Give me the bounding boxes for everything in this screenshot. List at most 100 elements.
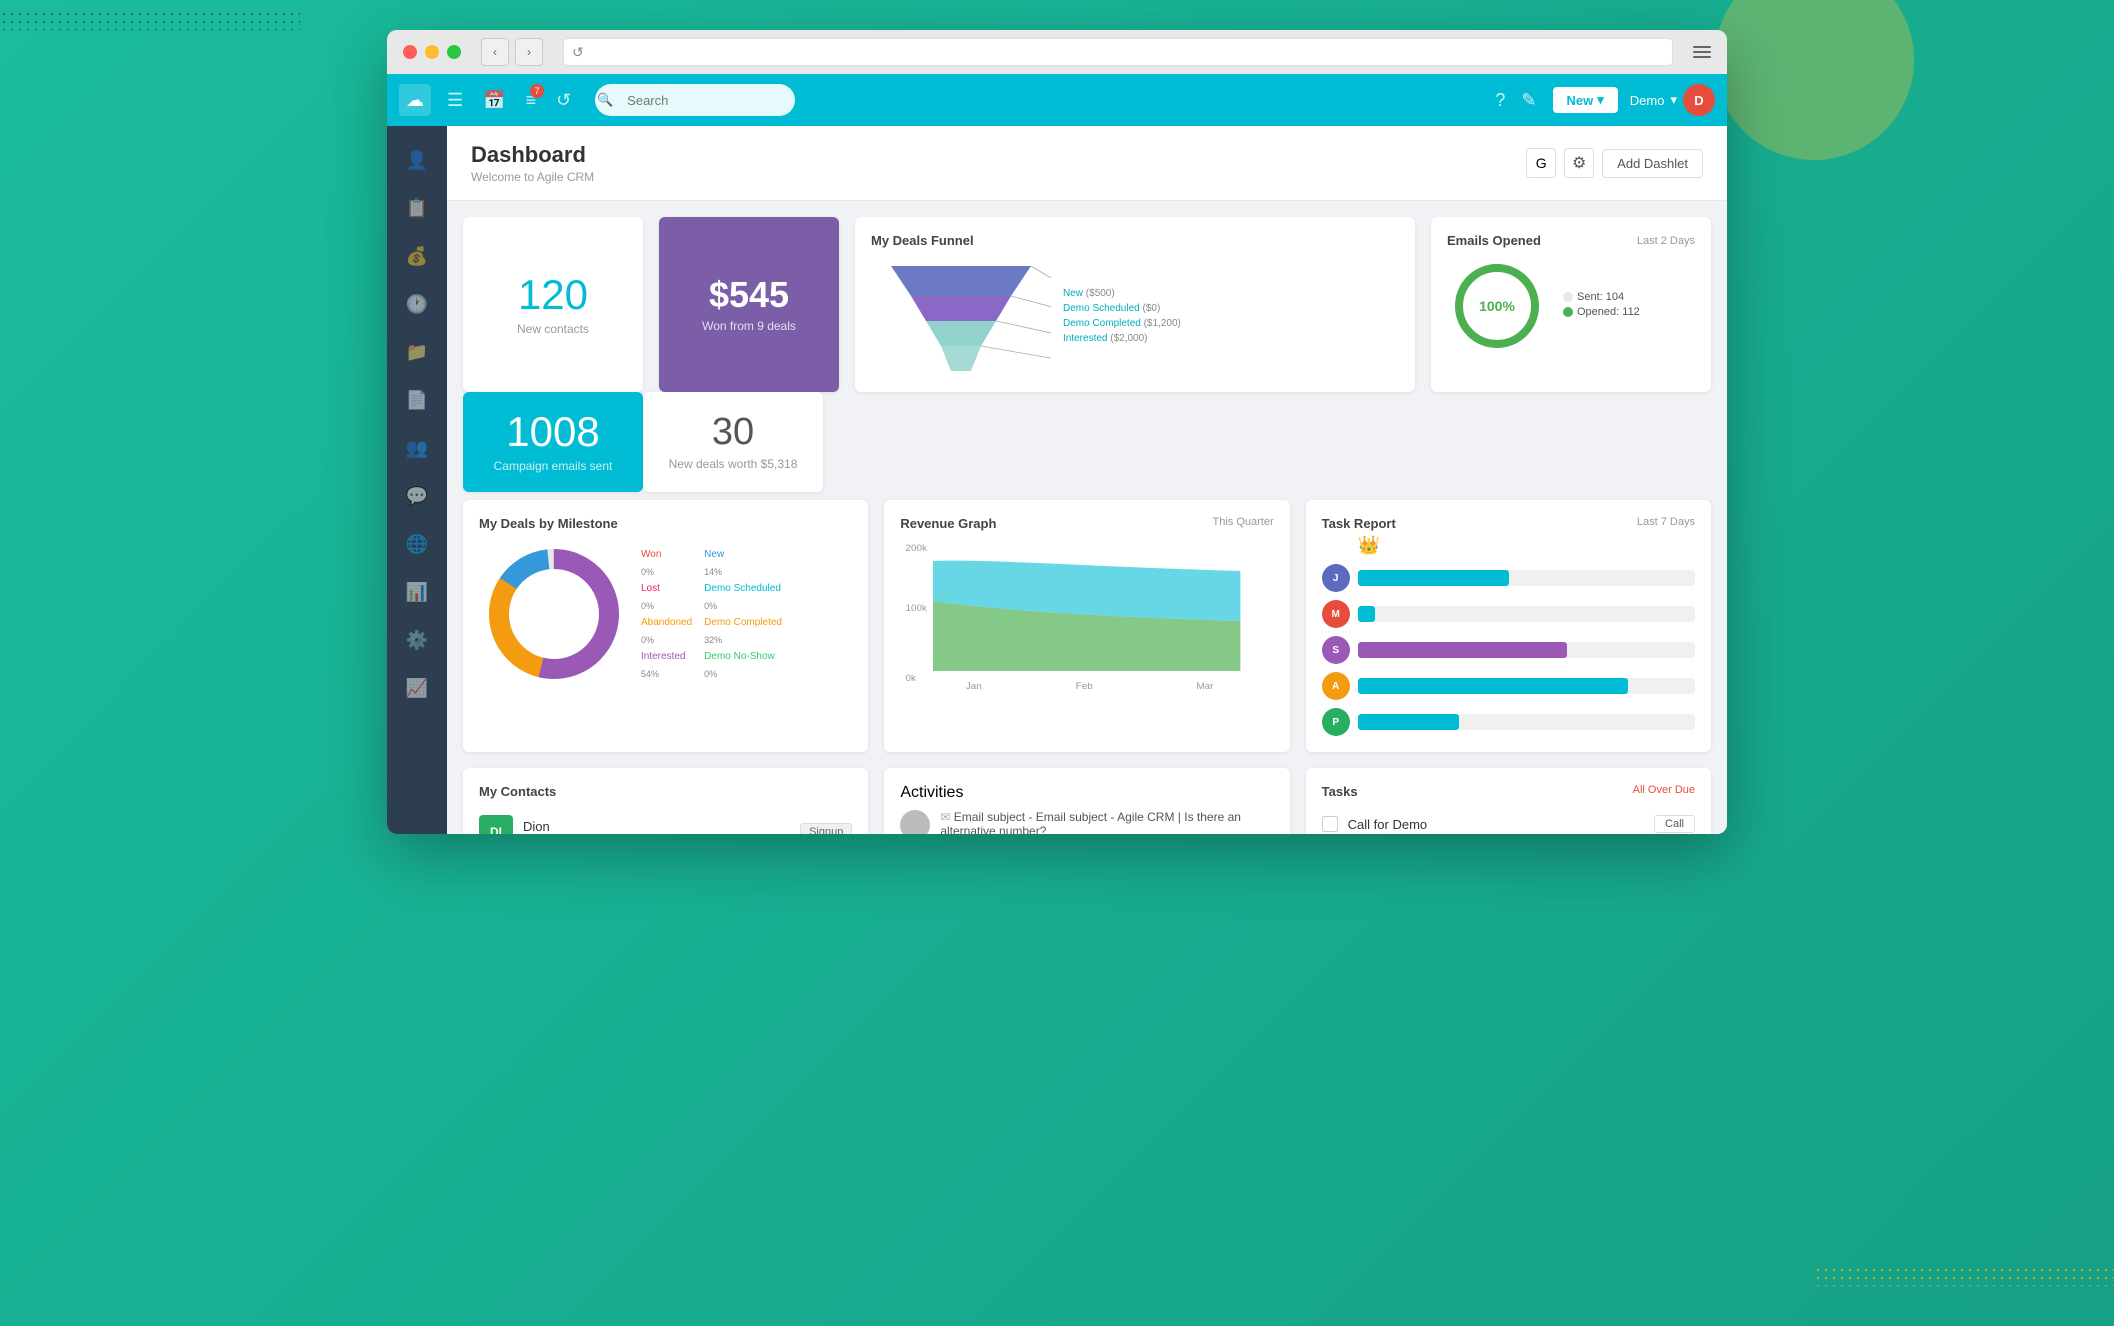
- task-item-1: Call for Demo Call: [1322, 807, 1695, 834]
- content-area: Dashboard Welcome to Agile CRM G ⚙ Add D…: [447, 126, 1727, 834]
- maximize-button[interactable]: [447, 45, 461, 59]
- new-button-label: New: [1567, 93, 1594, 108]
- address-bar[interactable]: ↺: [563, 38, 1673, 66]
- sidebar-item-chat[interactable]: 💬: [395, 474, 439, 518]
- dashboard-actions: G ⚙ Add Dashlet: [1526, 148, 1703, 178]
- row-3: My Contacts DI Dion Other, Signup: [463, 768, 1711, 834]
- user-menu[interactable]: Demo ▾ D: [1630, 84, 1715, 116]
- legend-won: Won: [641, 546, 692, 564]
- donut-wrap: 100% Sent: 104 Opened: 112: [1447, 256, 1695, 356]
- row-2: My Deals by Milestone: [463, 500, 1711, 752]
- sidebar-item-teams[interactable]: 👥: [395, 426, 439, 470]
- milestone-card: My Deals by Milestone: [463, 500, 868, 752]
- tools-icon[interactable]: ✎: [1521, 90, 1536, 111]
- task-avatar-2: M: [1322, 600, 1350, 628]
- tasks-period: All Over Due: [1633, 784, 1695, 807]
- legend-lost: Lost: [641, 580, 692, 598]
- task-report-title: Task Report: [1322, 516, 1396, 531]
- sidebar-item-analytics[interactable]: 📈: [395, 666, 439, 710]
- settings-button[interactable]: ⚙: [1564, 148, 1594, 178]
- milestone-legend-right: New 14% Demo Scheduled 0% Demo Completed…: [704, 546, 782, 683]
- task-bar-2: [1358, 606, 1375, 622]
- activity-row-1: ✉ Email subject - Email subject - Agile …: [900, 802, 1273, 834]
- funnel-label-demo-completed: Demo Completed ($1,200): [1063, 318, 1181, 329]
- row-1: 120 New contacts $545 Won from 9 deals M…: [463, 217, 1711, 392]
- task-name-1: Call for Demo: [1348, 817, 1644, 832]
- task-bar-wrap-5: [1358, 714, 1695, 730]
- nav-calendar-icon[interactable]: 📅: [479, 86, 509, 115]
- search-input[interactable]: [595, 84, 795, 116]
- google-icon[interactable]: G: [1526, 148, 1556, 178]
- dashboard-header: Dashboard Welcome to Agile CRM G ⚙ Add D…: [447, 126, 1727, 201]
- spacer2: [1431, 392, 1711, 492]
- sidebar-item-reports[interactable]: 📊: [395, 570, 439, 614]
- tasks-card: Tasks All Over Due Call for Demo Call Fr…: [1306, 768, 1711, 834]
- activity-avatar-1: [900, 810, 930, 834]
- activity-text-1: ✉ Email subject - Email subject - Agile …: [940, 810, 1273, 834]
- reload-icon[interactable]: ↺: [572, 44, 584, 61]
- browser-nav: ‹ ›: [481, 38, 543, 66]
- funnel-label-demo-scheduled: Demo Scheduled ($0): [1063, 303, 1181, 314]
- browser-window: ‹ › ↺ ☁ ☰ 📅 ≡ 7 ↺ 🔍 ?: [387, 30, 1727, 834]
- emails-opened: 112: [1622, 306, 1640, 318]
- minimize-button[interactable]: [425, 45, 439, 59]
- app-logo[interactable]: ☁: [399, 84, 431, 116]
- revenue-period: This Quarter: [1213, 516, 1274, 531]
- task-bar-wrap-3: [1358, 642, 1695, 658]
- new-contacts-card: 120 New contacts: [463, 217, 643, 392]
- task-row-3: S: [1322, 636, 1695, 664]
- sidebar-item-history[interactable]: 🕐: [395, 282, 439, 326]
- new-button[interactable]: New ▾: [1553, 87, 1618, 113]
- user-avatar: D: [1683, 84, 1715, 116]
- sidebar-item-web[interactable]: 🌐: [395, 522, 439, 566]
- browser-menu[interactable]: [1693, 46, 1711, 58]
- nav-notifications-icon[interactable]: ≡ 7: [522, 86, 541, 115]
- task-call-button[interactable]: Call: [1654, 815, 1695, 833]
- legend-new: New: [704, 546, 782, 564]
- task-bar-4: [1358, 678, 1628, 694]
- sidebar-item-documents[interactable]: 📄: [395, 378, 439, 422]
- task-bar-wrap-4: [1358, 678, 1695, 694]
- task-checkbox-1[interactable]: [1322, 816, 1338, 832]
- search-wrap: 🔍: [587, 84, 795, 116]
- new-contacts-label: New contacts: [517, 322, 589, 336]
- milestone-title: My Deals by Milestone: [479, 516, 852, 531]
- new-deals-card: 30 New deals worth $5,318: [643, 392, 823, 492]
- task-avatar-5: P: [1322, 708, 1350, 736]
- close-button[interactable]: [403, 45, 417, 59]
- svg-text:0k: 0k: [906, 673, 917, 683]
- nav-history-icon[interactable]: ↺: [552, 86, 575, 115]
- revenue-card: Revenue Graph This Quarter 200k 100k 0k: [884, 500, 1289, 752]
- crown-icon: 👑: [1358, 535, 1695, 556]
- forward-button[interactable]: ›: [515, 38, 543, 66]
- activity-email-text: Email subject - Agile CRM | Is there an …: [940, 810, 1241, 834]
- milestone-legend: Won 0% Lost 0% Abandoned 0% Interested 5…: [641, 546, 692, 683]
- emails-title: Emails Opened: [1447, 233, 1541, 248]
- dashboard-title: Dashboard: [471, 142, 594, 168]
- funnel-title: My Deals Funnel: [871, 233, 1399, 248]
- sidebar-item-deals[interactable]: 💰: [395, 234, 439, 278]
- nav-list-icon[interactable]: ☰: [443, 86, 467, 115]
- new-deals-label: New deals worth $5,318: [669, 457, 798, 471]
- task-report-card: Task Report Last 7 Days 👑 J: [1306, 500, 1711, 752]
- back-button[interactable]: ‹: [481, 38, 509, 66]
- funnel-card: My Deals Funnel: [855, 217, 1415, 392]
- user-dropdown-icon: ▾: [1670, 92, 1677, 108]
- sidebar-item-tasks[interactable]: 📋: [395, 186, 439, 230]
- won-deals-number: $545: [709, 277, 789, 313]
- task-avatar-1: J: [1322, 564, 1350, 592]
- sidebar-item-campaigns[interactable]: 📁: [395, 330, 439, 374]
- sidebar-item-contacts[interactable]: 👤: [395, 138, 439, 182]
- task-bar-1: [1358, 570, 1510, 586]
- campaign-emails-label: Campaign emails sent: [494, 459, 613, 473]
- help-icon[interactable]: ?: [1495, 90, 1505, 111]
- add-dashlet-button[interactable]: Add Dashlet: [1602, 149, 1703, 178]
- svg-text:Jan: Jan: [966, 681, 982, 691]
- sidebar-item-integrations[interactable]: ⚙️: [395, 618, 439, 662]
- activity-content-1: ✉ Email subject - Email subject - Agile …: [940, 810, 1273, 834]
- emails-sent: 104: [1606, 291, 1624, 303]
- activities-title: Activities: [900, 784, 1273, 802]
- milestone-chart-wrap: Won 0% Lost 0% Abandoned 0% Interested 5…: [479, 539, 852, 689]
- revenue-title: Revenue Graph: [900, 516, 996, 531]
- task-row-5: P: [1322, 708, 1695, 736]
